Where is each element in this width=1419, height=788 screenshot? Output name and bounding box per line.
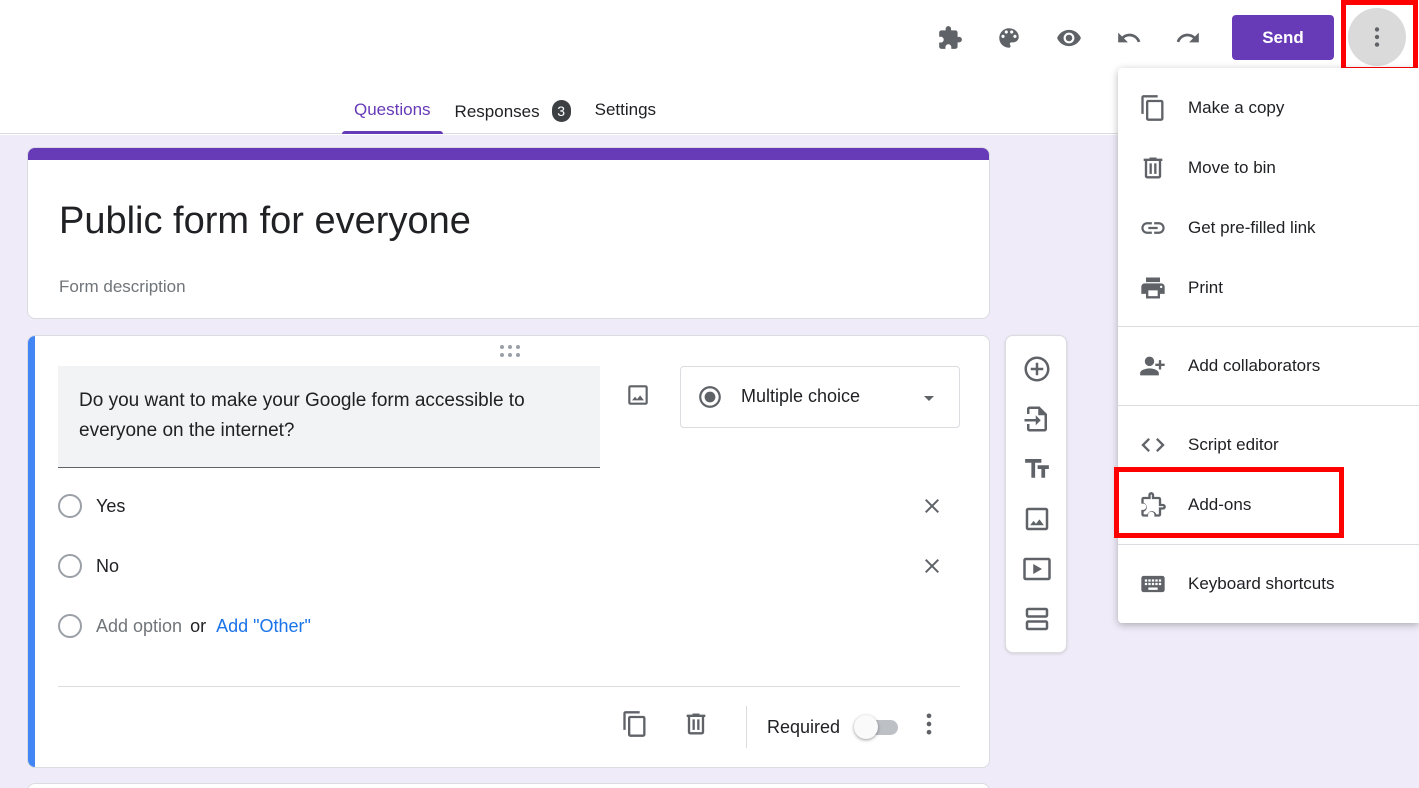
eye-icon[interactable] — [1049, 18, 1089, 58]
menu-item-make-a-copy[interactable]: Make a copy — [1118, 78, 1419, 138]
add-option-input[interactable]: Add option — [96, 616, 182, 637]
option-row[interactable]: Yes — [58, 491, 958, 521]
print-icon — [1139, 274, 1167, 302]
add-image-icon[interactable] — [1022, 504, 1052, 534]
divider — [746, 706, 747, 748]
radio-circle — [58, 554, 82, 578]
next-card — [27, 783, 990, 788]
option-label[interactable]: Yes — [96, 496, 125, 517]
or-text: or — [190, 615, 207, 636]
arrow-drop-down-icon — [917, 386, 941, 410]
tab-responses[interactable]: Responses 3 — [443, 92, 583, 134]
add-video-icon[interactable] — [1022, 554, 1052, 584]
question-type-select[interactable]: Multiple choice — [680, 366, 960, 428]
more-vert-icon — [1374, 27, 1380, 47]
menu-item-script-editor[interactable]: Script editor — [1118, 415, 1419, 475]
toggle-knob — [854, 715, 878, 739]
form-title[interactable]: Public form for everyone — [59, 200, 471, 243]
menu-item-label: Add collaborators — [1188, 356, 1321, 375]
add-title-icon[interactable] — [1022, 454, 1052, 484]
divider — [58, 686, 960, 687]
accent-stripe — [28, 148, 989, 160]
google-forms-editor: Send Questions Responses 3 Settings Publi… — [0, 0, 1419, 788]
menu-item-move-to-bin[interactable]: Move to bin — [1118, 138, 1419, 198]
form-description[interactable]: Form description — [59, 277, 186, 297]
more-vert-icon[interactable] — [915, 710, 945, 740]
copy-icon[interactable] — [621, 710, 651, 740]
menu-item-add-ons[interactable]: Add-ons — [1118, 475, 1419, 535]
question-card[interactable]: Do you want to make your Google form acc… — [27, 335, 990, 768]
menu-divider — [1118, 544, 1419, 545]
question-text: Do you want to make your Google form acc… — [79, 390, 525, 441]
import-questions-icon[interactable] — [1022, 404, 1052, 434]
menu-item-add-collaborators[interactable]: Add collaborators — [1118, 336, 1419, 396]
menu-item-label: Make a copy — [1188, 98, 1285, 117]
close-icon[interactable] — [920, 494, 944, 518]
menu-item-label: Script editor — [1188, 435, 1279, 454]
option-label[interactable]: No — [96, 556, 119, 577]
keyboard-icon — [1139, 570, 1167, 598]
menu-item-print[interactable]: Print — [1118, 258, 1419, 318]
drag-handle-icon[interactable] — [498, 344, 522, 358]
palette-icon[interactable] — [989, 18, 1029, 58]
tab-bar: Questions Responses 3 Settings — [342, 92, 668, 134]
menu-item-keyboard-shortcuts[interactable]: Keyboard shortcuts — [1118, 554, 1419, 614]
add-question-icon[interactable] — [1022, 354, 1052, 384]
menu-item-label: Get pre-filled link — [1188, 218, 1316, 237]
send-button[interactable]: Send — [1232, 15, 1334, 60]
redo-icon[interactable] — [1168, 18, 1208, 58]
more-options-button[interactable] — [1348, 8, 1406, 66]
required-label: Required — [767, 717, 841, 737]
tab-questions[interactable]: Questions — [342, 92, 443, 134]
radio-circle — [58, 494, 82, 518]
puzzle-icon — [1139, 491, 1167, 519]
image-icon[interactable] — [625, 382, 653, 410]
close-icon[interactable] — [920, 554, 944, 578]
responses-count-badge: 3 — [551, 100, 571, 122]
add-other-link[interactable]: Add "Other" — [216, 616, 311, 637]
question-type-label: Multiple choice — [741, 386, 861, 406]
menu-divider — [1118, 326, 1419, 327]
add-people-icon — [1139, 352, 1167, 380]
code-icon — [1139, 431, 1167, 459]
link-icon — [1139, 214, 1167, 242]
add-option-row: Add option or Add "Other" — [58, 611, 958, 641]
radio-circle — [58, 614, 82, 638]
form-title-card[interactable]: Public form for everyone Form descriptio… — [27, 147, 990, 319]
menu-item-label: Print — [1188, 278, 1223, 297]
side-toolbar — [1005, 335, 1067, 653]
puzzle-icon[interactable] — [930, 18, 970, 58]
trash-icon[interactable] — [682, 710, 712, 740]
more-options-menu: Make a copy Move to bin Get pre-filled l… — [1118, 68, 1419, 623]
menu-item-label: Add-ons — [1188, 495, 1252, 514]
radio-button-icon — [697, 384, 723, 410]
option-row[interactable]: No — [58, 551, 958, 581]
tab-settings[interactable]: Settings — [583, 92, 668, 134]
question-input[interactable]: Do you want to make your Google form acc… — [58, 366, 600, 468]
copy-icon — [1139, 94, 1167, 122]
add-section-icon[interactable] — [1022, 604, 1052, 634]
menu-divider — [1118, 405, 1419, 406]
menu-item-label: Move to bin — [1188, 158, 1276, 177]
required-toggle[interactable] — [854, 715, 898, 739]
undo-icon[interactable] — [1109, 18, 1149, 58]
menu-item-label: Keyboard shortcuts — [1188, 574, 1335, 593]
menu-item-get-pre-filled-link[interactable]: Get pre-filled link — [1118, 198, 1419, 258]
trash-icon — [1139, 154, 1167, 182]
active-indicator — [28, 336, 35, 767]
